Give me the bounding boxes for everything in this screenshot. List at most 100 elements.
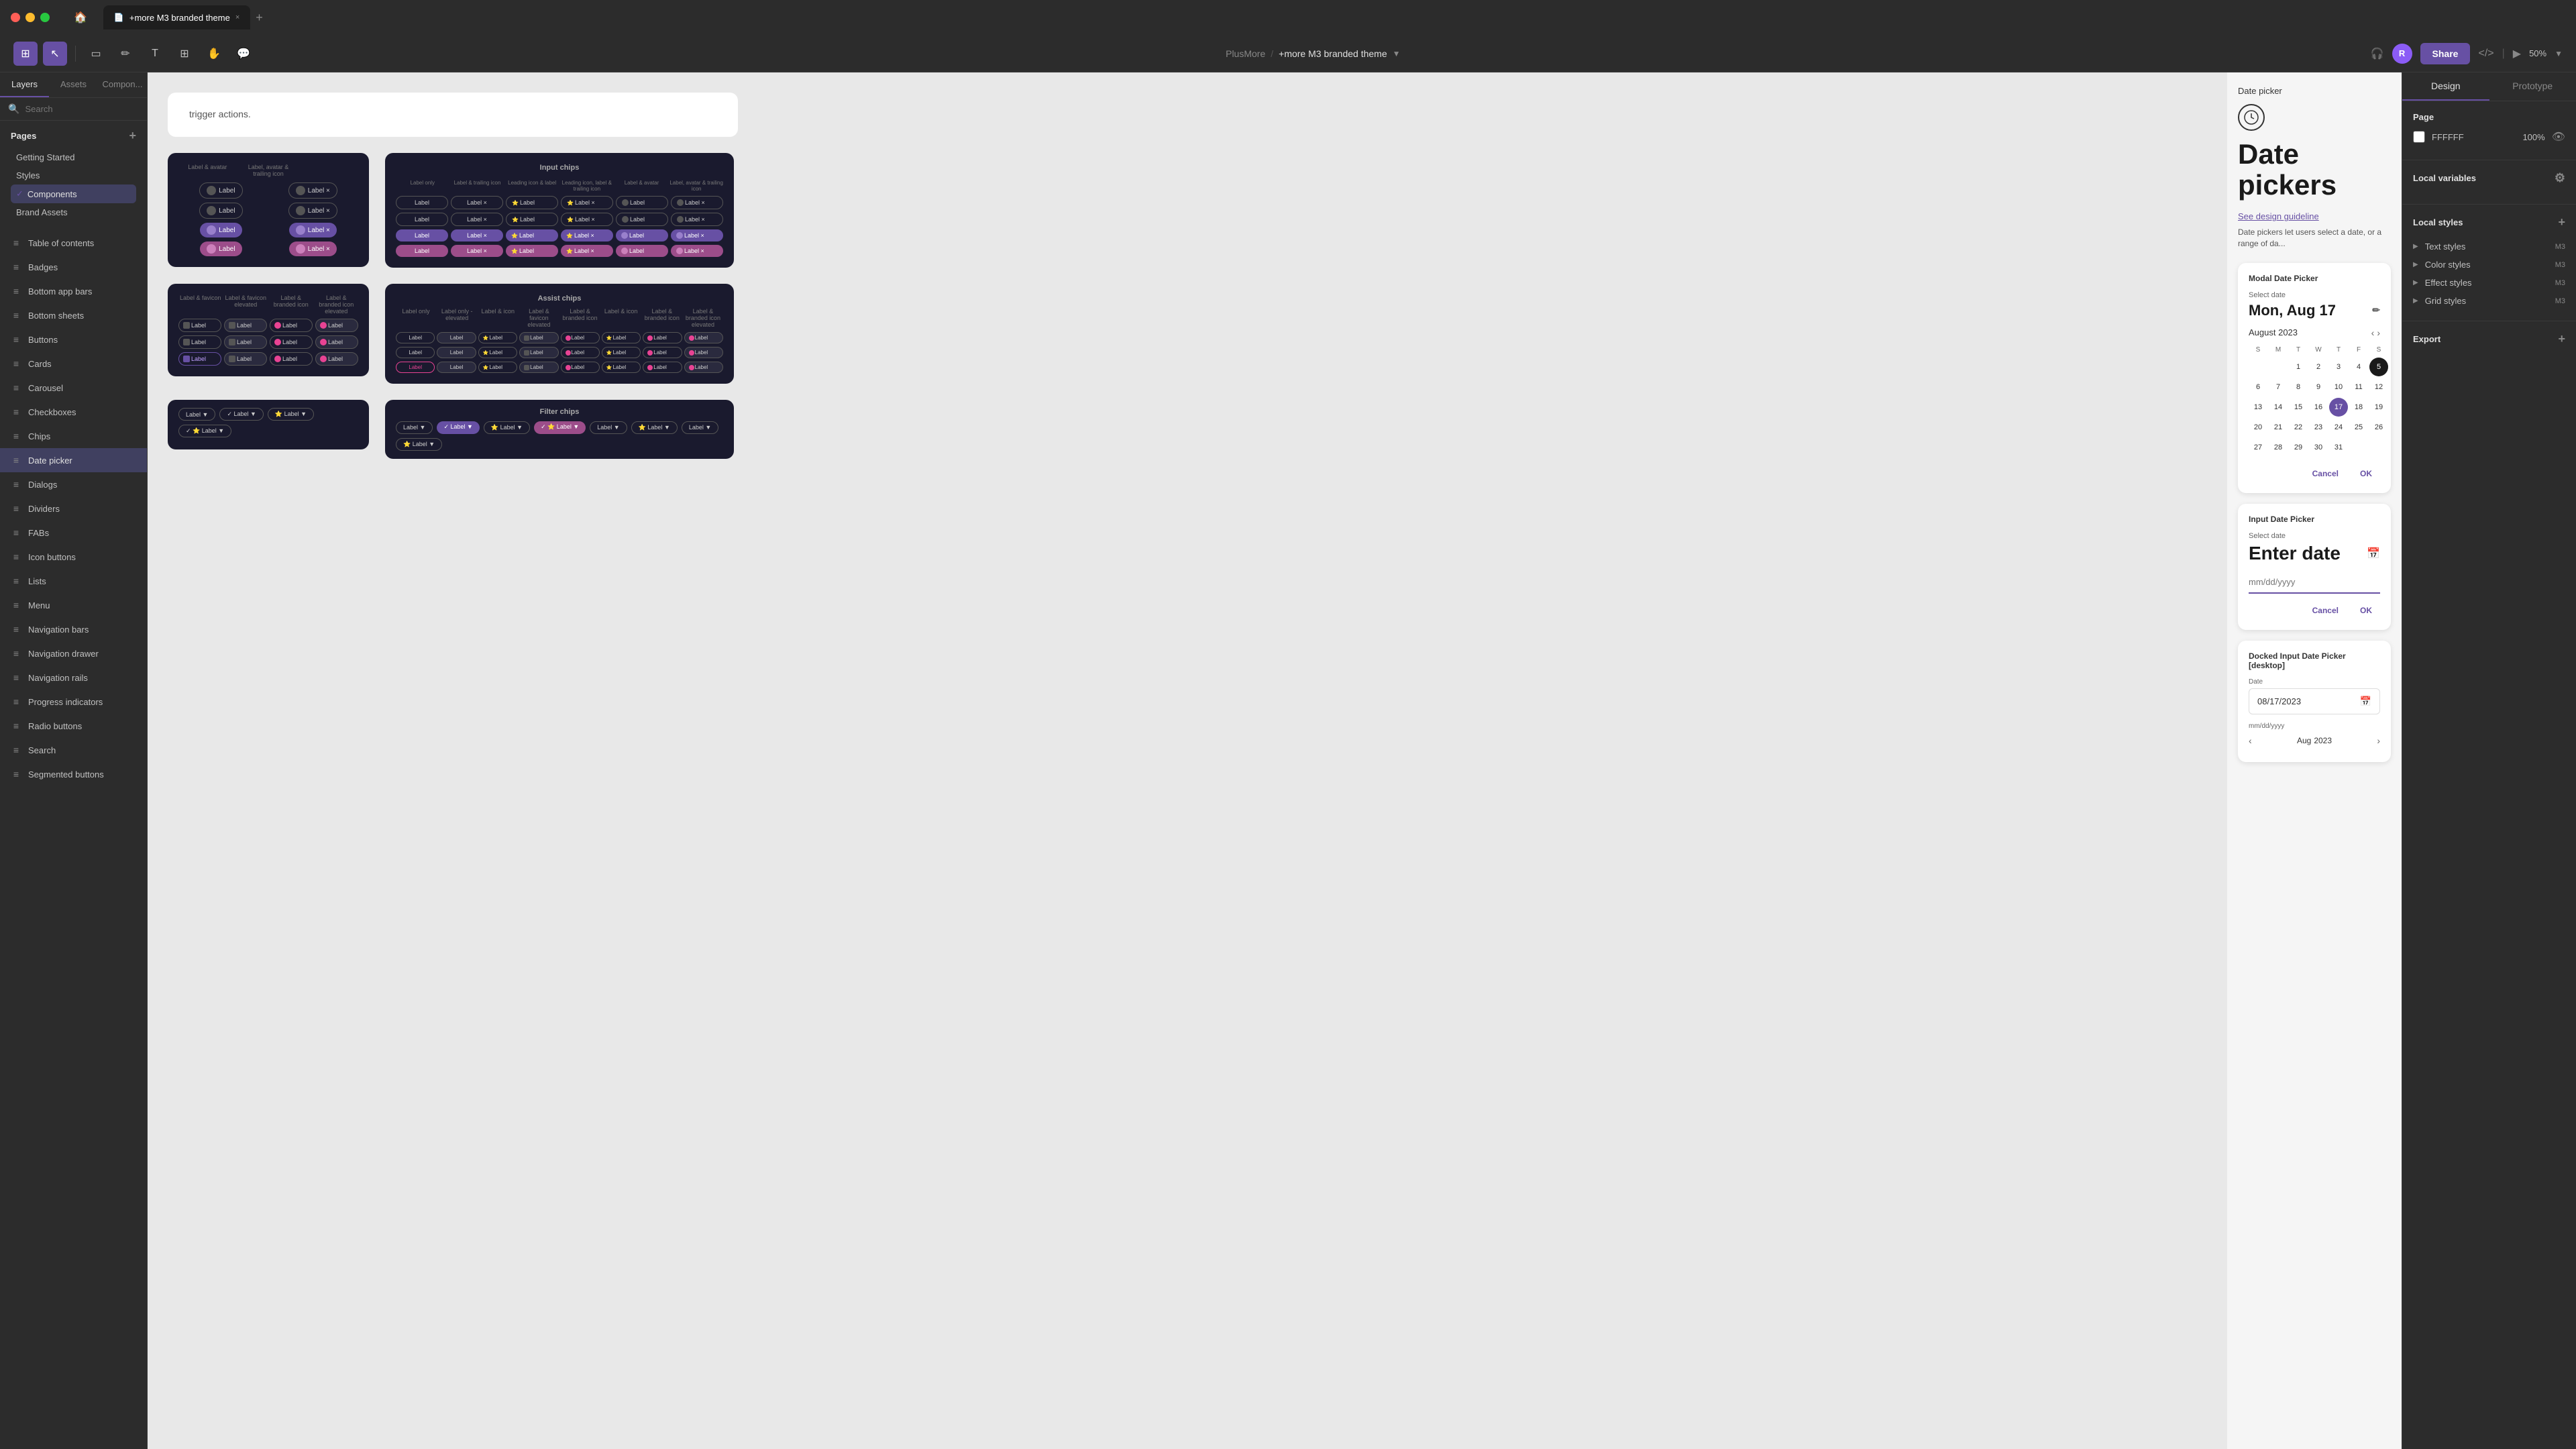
input-cancel-button[interactable]: Cancel bbox=[2304, 602, 2347, 619]
assist-chip-branded-elevated[interactable]: Label bbox=[315, 335, 358, 349]
cal-day-17[interactable]: 17 bbox=[2329, 398, 2348, 417]
chip-filled[interactable]: Label × bbox=[289, 223, 337, 237]
assist-chip-elevated[interactable]: Label bbox=[224, 352, 267, 366]
nav-item-badges[interactable]: ≡ Badges bbox=[0, 255, 147, 279]
text-tool-button[interactable]: T bbox=[143, 42, 167, 66]
cal-day-13[interactable]: 13 bbox=[2249, 398, 2267, 417]
chip[interactable]: ⭐Label bbox=[506, 213, 558, 226]
date-input-field[interactable] bbox=[2249, 577, 2380, 587]
filter-chip[interactable]: ⭐ Label ▼ bbox=[484, 421, 530, 434]
maximize-button[interactable] bbox=[40, 13, 50, 22]
chip-filled[interactable]: ⭐Label × bbox=[561, 229, 613, 241]
cal-day-16[interactable]: 16 bbox=[2309, 398, 2328, 417]
chip[interactable]: Label × bbox=[288, 182, 337, 199]
chip[interactable]: ⭐Label bbox=[602, 347, 641, 358]
user-avatar[interactable]: R bbox=[2392, 44, 2412, 64]
chip[interactable]: Label bbox=[616, 196, 668, 209]
chip[interactable]: ⭐Label bbox=[602, 362, 641, 373]
cal-day-23[interactable]: 23 bbox=[2309, 418, 2328, 437]
chip-filled[interactable]: Label × bbox=[451, 229, 503, 241]
filter-chip[interactable]: ⭐ Label ▼ bbox=[631, 421, 678, 434]
assist-chip-branded-elevated[interactable]: Label bbox=[315, 352, 358, 366]
cal-day-21[interactable]: 21 bbox=[2269, 418, 2288, 437]
canvas[interactable]: trigger actions. Label & avatar Label, a… bbox=[148, 72, 2402, 1449]
chip[interactable]: Label bbox=[396, 196, 448, 209]
chip-alt[interactable]: Label × bbox=[671, 245, 723, 257]
chip[interactable]: Label bbox=[396, 347, 435, 358]
zoom-level[interactable]: 50% bbox=[2529, 48, 2546, 58]
cal-day-3[interactable]: 3 bbox=[2329, 358, 2348, 376]
tab-layers[interactable]: Layers bbox=[0, 72, 49, 97]
nav-item-icon-buttons[interactable]: ≡ Icon buttons bbox=[0, 545, 147, 569]
chip[interactable]: Label bbox=[519, 332, 558, 343]
chip-filled[interactable]: ⭐Label bbox=[506, 229, 558, 241]
ok-button[interactable]: OK bbox=[2352, 465, 2380, 482]
chip[interactable]: Label bbox=[437, 332, 476, 343]
nav-item-navigation-bars[interactable]: ≡ Navigation bars bbox=[0, 617, 147, 641]
comment-tool-button[interactable]: 💬 bbox=[231, 42, 256, 66]
cal-day-6[interactable]: 6 bbox=[2249, 378, 2267, 396]
filter-chip-selected[interactable]: ✓ Label ▼ bbox=[437, 421, 479, 434]
next-month-btn-docked[interactable]: › bbox=[2377, 735, 2380, 746]
move-tool-button[interactable]: ↖ bbox=[43, 42, 67, 66]
nav-item-navigation-rails[interactable]: ≡ Navigation rails bbox=[0, 665, 147, 690]
page-color-swatch[interactable] bbox=[2413, 131, 2425, 143]
hand-tool-button[interactable]: ✋ bbox=[202, 42, 226, 66]
chip-alt[interactable]: ⭐Label bbox=[506, 245, 558, 257]
month-year-label[interactable]: August 2023 bbox=[2249, 327, 2298, 337]
effect-styles-item[interactable]: ▶ Effect styles M3 bbox=[2413, 274, 2565, 292]
chip[interactable]: Label bbox=[616, 213, 668, 226]
nav-item-menu[interactable]: ≡ Menu bbox=[0, 593, 147, 617]
search-input[interactable] bbox=[25, 104, 143, 114]
chip[interactable]: Label bbox=[643, 362, 682, 373]
nav-item-dialogs[interactable]: ≡ Dialogs bbox=[0, 472, 147, 496]
cal-day-26[interactable]: 26 bbox=[2369, 418, 2388, 437]
cal-day-29[interactable]: 29 bbox=[2289, 438, 2308, 457]
color-styles-item[interactable]: ▶ Color styles M3 bbox=[2413, 256, 2565, 274]
nav-item-lists[interactable]: ≡ Lists bbox=[0, 569, 147, 593]
page-color-value[interactable]: FFFFFF bbox=[2432, 132, 2516, 142]
chip[interactable]: Label bbox=[643, 347, 682, 358]
cal-day-7[interactable]: 7 bbox=[2269, 378, 2288, 396]
page-item-getting-started[interactable]: Getting Started bbox=[11, 148, 136, 166]
filter-chip[interactable]: ✓ ⭐ Label ▼ bbox=[178, 425, 231, 437]
prev-month-btn-docked[interactable]: ‹ bbox=[2249, 735, 2252, 746]
chip-alt[interactable]: Label × bbox=[451, 245, 503, 257]
page-item-styles[interactable]: Styles bbox=[11, 166, 136, 184]
nav-item-cards[interactable]: ≡ Cards bbox=[0, 352, 147, 376]
chip-alt[interactable]: Label bbox=[616, 245, 668, 257]
chip-filled[interactable]: Label bbox=[200, 223, 241, 237]
nav-item-progress-indicators[interactable]: ≡ Progress indicators bbox=[0, 690, 147, 714]
assist-chip-branded[interactable]: Label bbox=[270, 335, 313, 349]
assist-chip[interactable]: Label bbox=[178, 335, 221, 349]
chip[interactable]: ⭐Label × bbox=[561, 196, 613, 209]
cancel-button[interactable]: Cancel bbox=[2304, 465, 2347, 482]
chip[interactable]: Label bbox=[643, 332, 682, 343]
nav-item-carousel[interactable]: ≡ Carousel bbox=[0, 376, 147, 400]
home-icon[interactable]: 🏠 bbox=[74, 11, 87, 24]
filter-chip[interactable]: ✓ Label ▼ bbox=[219, 408, 263, 421]
cal-day-31[interactable]: 31 bbox=[2329, 438, 2348, 457]
nav-item-navigation-drawer[interactable]: ≡ Navigation drawer bbox=[0, 641, 147, 665]
page-item-brand-assets[interactable]: Brand Assets bbox=[11, 203, 136, 221]
chip[interactable]: Label × bbox=[451, 213, 503, 226]
tab-close-btn[interactable]: × bbox=[235, 13, 239, 21]
assist-chip-elevated[interactable]: Label bbox=[224, 319, 267, 332]
chip[interactable]: Label bbox=[561, 347, 600, 358]
nav-item-fabs[interactable]: ≡ FABs bbox=[0, 521, 147, 545]
nav-item-date-picker[interactable]: ≡ Date picker bbox=[0, 448, 147, 472]
nav-item-chips[interactable]: ≡ Chips bbox=[0, 424, 147, 448]
calendar-icon-docked[interactable]: 📅 bbox=[2360, 696, 2371, 707]
chip[interactable]: Label bbox=[519, 347, 558, 358]
cal-day-24[interactable]: 24 bbox=[2329, 418, 2348, 437]
chip[interactable]: Label bbox=[561, 332, 600, 343]
cal-day-2[interactable]: 2 bbox=[2309, 358, 2328, 376]
assist-chip-branded[interactable]: Label bbox=[270, 319, 313, 332]
cal-day-14[interactable]: 14 bbox=[2269, 398, 2288, 417]
page-opacity-value[interactable]: 100% bbox=[2522, 132, 2544, 142]
new-tab-button[interactable]: + bbox=[256, 11, 263, 25]
grid-styles-item[interactable]: ▶ Grid styles M3 bbox=[2413, 292, 2565, 310]
chip[interactable]: Label bbox=[199, 182, 242, 199]
filter-chip[interactable]: Label ▼ bbox=[590, 421, 627, 434]
nav-item-bottom-sheets[interactable]: ≡ Bottom sheets bbox=[0, 303, 147, 327]
